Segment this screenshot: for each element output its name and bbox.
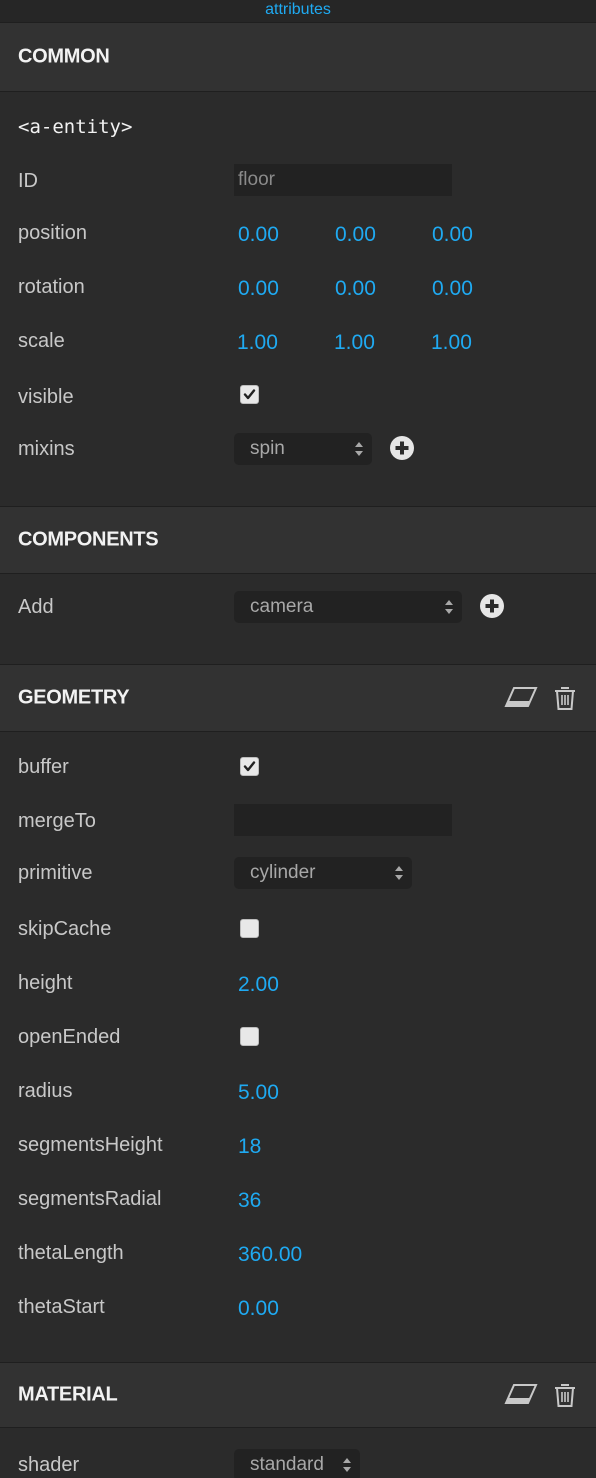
rotation-x[interactable]: 0.00 [238,277,279,301]
position-y[interactable]: 0.00 [335,223,376,247]
position-x[interactable]: 0.00 [238,223,279,247]
mixins-select[interactable]: spin [234,433,372,465]
radius-value[interactable]: 5.00 [238,1081,279,1105]
thetastart-value[interactable]: 0.00 [238,1297,279,1321]
segmentsradial-value[interactable]: 36 [238,1189,261,1213]
mixins-label: mixins [18,438,75,460]
updown-arrows-icon [445,600,453,614]
updown-arrows-icon [395,866,403,880]
buffer-label: buffer [18,756,69,778]
section-title: MATERIAL [18,1383,118,1406]
checkmark-icon [243,761,256,772]
entity-tag: <a-entity> [18,116,133,138]
mixins-selected: spin [250,438,285,459]
primitive-select[interactable]: cylinder [234,857,412,889]
tab-attributes[interactable]: attributes [0,1,596,19]
rotation-y[interactable]: 0.00 [335,277,376,301]
position-label: position [18,222,87,244]
checkmark-icon [243,389,256,400]
rotation-label: rotation [18,276,85,298]
section-title: COMMON [18,45,110,68]
scale-x[interactable]: 1.00 [237,331,278,355]
thetastart-label: thetaStart [18,1296,105,1318]
mergeto-input[interactable] [234,804,452,836]
trash-icon[interactable] [553,1382,577,1408]
updown-arrows-icon [343,1458,351,1472]
height-value[interactable]: 2.00 [238,973,279,997]
add-component-label: Add [18,596,54,618]
visible-label: visible [18,386,74,408]
add-mixin-plus-icon[interactable] [389,435,415,461]
section-title: COMPONENTS [18,528,159,551]
height-label: height [18,972,73,994]
rotation-z[interactable]: 0.00 [432,277,473,301]
position-z[interactable]: 0.00 [432,223,473,247]
eraser-icon[interactable] [504,1382,538,1408]
eraser-icon[interactable] [504,685,538,711]
shader-label: shader [18,1454,80,1476]
thetalength-label: thetaLength [18,1242,124,1264]
openended-checkbox[interactable] [240,1027,259,1046]
segmentsheight-label: segmentsHeight [18,1134,163,1156]
add-component-plus-icon[interactable] [479,593,505,619]
buffer-checkbox[interactable] [240,757,259,776]
primitive-label: primitive [18,862,93,884]
id-label: ID [18,170,38,192]
scale-y[interactable]: 1.00 [334,331,375,355]
mergeto-label: mergeTo [18,810,96,832]
shader-select[interactable]: standard [234,1449,360,1478]
trash-icon[interactable] [553,685,577,711]
openended-label: openEnded [18,1026,121,1048]
section-header-components[interactable]: COMPONENTS [0,506,596,574]
add-component-select[interactable]: camera [234,591,462,623]
visible-checkbox[interactable] [240,385,259,404]
scale-label: scale [18,330,65,352]
section-header-material[interactable]: MATERIAL [0,1362,596,1428]
id-input[interactable]: floor [234,164,452,196]
attributes-panel: attributes COMMON <a-entity> ID floor po… [0,0,596,1478]
section-header-common[interactable]: COMMON [0,22,596,92]
tab-bar: attributes [0,0,596,23]
scale-z[interactable]: 1.00 [431,331,472,355]
section-header-geometry[interactable]: GEOMETRY [0,664,596,732]
primitive-selected: cylinder [250,862,316,883]
radius-label: radius [18,1080,73,1102]
section-title: GEOMETRY [18,686,130,709]
shader-selected: standard [250,1454,324,1475]
skipcache-label: skipCache [18,918,112,940]
add-component-selected: camera [250,596,314,617]
updown-arrows-icon [355,442,363,456]
skipcache-checkbox[interactable] [240,919,259,938]
segmentsheight-value[interactable]: 18 [238,1135,261,1159]
thetalength-value[interactable]: 360.00 [238,1243,302,1267]
segmentsradial-label: segmentsRadial [18,1188,162,1210]
